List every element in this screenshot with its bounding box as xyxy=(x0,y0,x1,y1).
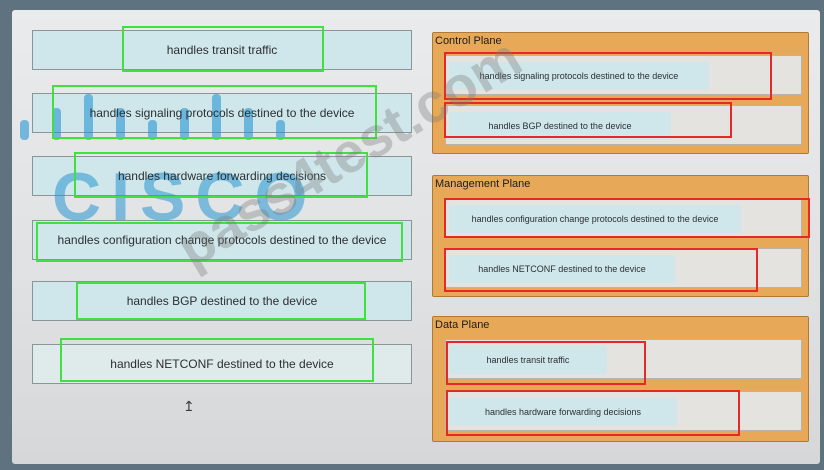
red-highlight-box xyxy=(446,341,646,385)
drag-drop-screen: CISCO handles transit traffic handles si… xyxy=(12,10,820,464)
panel-title: Management Plane xyxy=(435,178,531,190)
green-highlight-box xyxy=(36,222,403,262)
green-highlight-box xyxy=(60,338,374,382)
mouse-cursor-icon: ↥ xyxy=(183,398,195,414)
panel-title: Data Plane xyxy=(435,319,490,331)
green-highlight-box xyxy=(122,26,324,72)
red-highlight-box xyxy=(444,102,732,138)
red-highlight-box xyxy=(444,198,810,238)
red-highlight-box xyxy=(446,390,740,436)
green-highlight-box xyxy=(76,282,366,320)
green-highlight-box xyxy=(74,152,368,198)
green-highlight-box xyxy=(52,85,377,139)
panel-title: Control Plane xyxy=(435,35,502,47)
red-highlight-box xyxy=(444,52,772,100)
red-highlight-box xyxy=(444,248,758,292)
